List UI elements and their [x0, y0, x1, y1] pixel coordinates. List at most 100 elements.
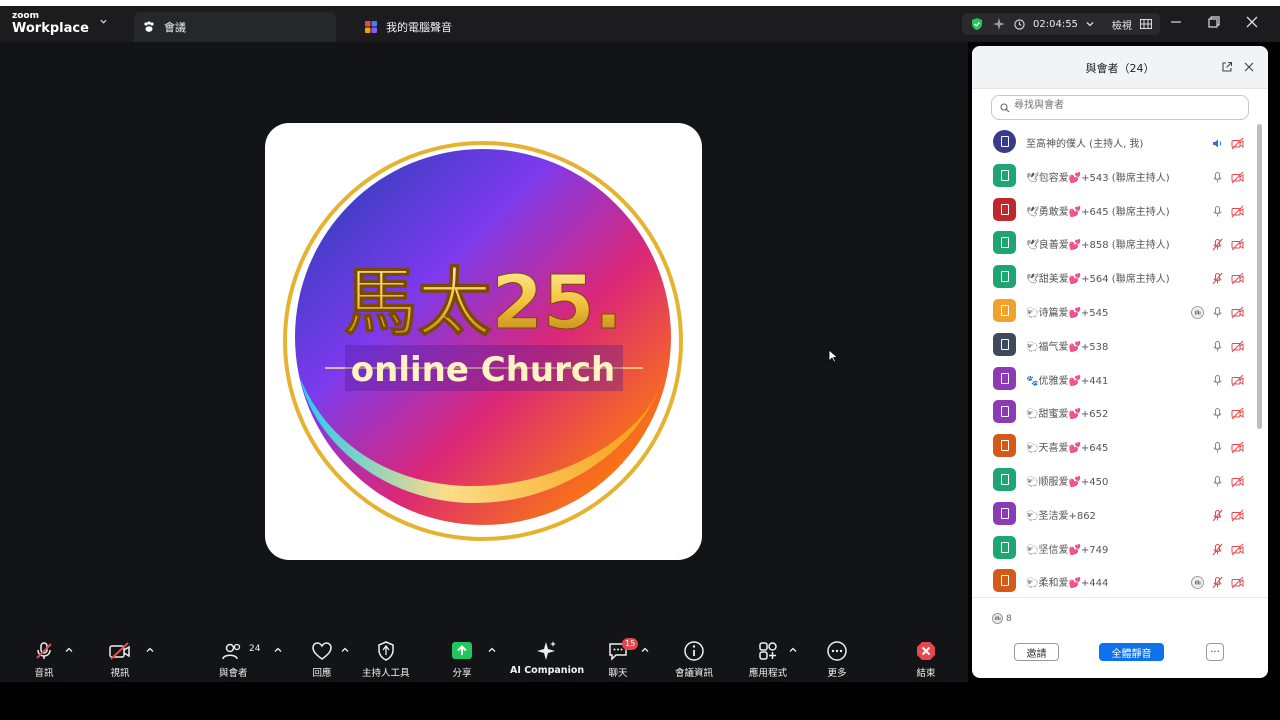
audio-button[interactable]: 音訊 [33, 640, 55, 679]
chevron-up-icon[interactable] [789, 646, 797, 654]
avatar-placeholder-icon [1000, 406, 1009, 418]
video-off-icon[interactable] [1231, 169, 1244, 184]
chevron-up-icon[interactable] [146, 646, 154, 654]
participant-row[interactable]: 🕊包容爱💕+543 (聯席主持人) [972, 159, 1260, 193]
chevron-up-icon[interactable] [274, 646, 282, 654]
avatar-placeholder-icon [1000, 338, 1009, 350]
end-meeting-button[interactable]: 結束 [915, 640, 937, 679]
video-off-icon[interactable] [1231, 473, 1244, 488]
mic-muted-icon[interactable] [1211, 507, 1224, 522]
participant-row[interactable]: 🐑圣洁爱+862 [972, 497, 1260, 531]
video-off-icon[interactable] [1231, 541, 1244, 555]
mic-icon[interactable] [1211, 169, 1224, 183]
zoom-workplace-logo[interactable]: zoom Workplace [12, 11, 89, 36]
mic-icon[interactable] [1211, 473, 1224, 487]
mic-muted-icon[interactable] [1211, 574, 1224, 589]
invite-button[interactable]: 邀請 [1014, 643, 1059, 661]
mic-icon[interactable] [1211, 203, 1224, 217]
meeting-info-button[interactable]: 會議資訊 [675, 640, 713, 679]
mic-icon[interactable] [1211, 439, 1224, 453]
avatar-placeholder-icon [1000, 473, 1009, 485]
participant-row[interactable]: 🐑天喜爱💕+645 [972, 429, 1260, 463]
host-tools-button[interactable]: 主持人工具 [362, 640, 410, 679]
mic-icon[interactable] [1211, 304, 1224, 318]
avatar-placeholder-icon [1000, 541, 1009, 553]
reactions-button[interactable]: 回應 [311, 640, 333, 679]
participant-row[interactable]: 🐑顺服爱💕+450 [972, 463, 1260, 497]
chat-label: 聊天 [608, 668, 628, 679]
chevron-up-icon[interactable] [641, 646, 649, 654]
mic-icon[interactable] [1211, 372, 1224, 386]
video-button[interactable]: 視訊 [108, 640, 132, 679]
view-button[interactable]: 檢視 [1112, 17, 1132, 32]
share-button[interactable]: 分享 [451, 640, 473, 679]
video-off-icon[interactable] [1231, 507, 1244, 522]
avatar-placeholder-icon [1000, 372, 1009, 384]
video-off-icon[interactable] [1231, 439, 1244, 454]
mute-all-button[interactable]: 全體靜音 [1099, 643, 1164, 661]
mic-muted-icon[interactable] [1211, 270, 1224, 285]
participant-row[interactable]: 🕊良善爱💕+858 (聯席主持人) [972, 226, 1260, 260]
avatar [993, 366, 1016, 390]
participant-name: 🕊包容爱💕+543 (聯席主持人) [1026, 172, 1170, 184]
participant-search[interactable] [991, 95, 1249, 120]
mic-icon[interactable] [1211, 338, 1224, 352]
participant-row[interactable]: 🕊甜美爱💕+564 (聯席主持人) [972, 260, 1260, 294]
video-off-icon[interactable] [1231, 270, 1244, 285]
close-panel-icon[interactable] [1243, 61, 1255, 73]
search-input[interactable] [1012, 99, 1236, 112]
restore-icon[interactable] [1207, 15, 1221, 29]
title-bar: zoom Workplace 會議 我的電腦聲音 02:04:55 檢視 [0, 0, 1280, 42]
raised-hand-icon [1191, 574, 1204, 590]
pop-out-icon[interactable] [1221, 61, 1233, 73]
chevron-up-icon[interactable] [488, 646, 496, 654]
logo-small-text: zoom [12, 11, 39, 21]
shield-icon [378, 641, 394, 661]
speaker-icon[interactable] [1211, 135, 1224, 148]
participant-name: 🐑柔和爱💕+444 [1026, 578, 1109, 590]
shield-check-icon[interactable] [970, 17, 984, 31]
more-button[interactable]: 更多 [826, 640, 848, 679]
avatar [993, 501, 1016, 525]
participant-row[interactable]: 🐑坚信爱💕+749 [972, 531, 1260, 565]
participant-row[interactable]: 🐑甜蜜爱💕+652 [972, 395, 1260, 429]
participant-row[interactable]: 🐑福气爱💕+538 [972, 328, 1260, 362]
grid-view-icon[interactable] [1139, 19, 1152, 29]
video-off-icon[interactable] [1231, 372, 1244, 386]
mouse-cursor-icon [828, 349, 838, 363]
participant-row[interactable]: 🐑诗篇爱💕+545 [972, 294, 1260, 328]
participant-row[interactable]: 🐑柔和爱💕+444 [972, 564, 1260, 598]
participant-row[interactable]: 至高神的僕人 (主持人, 我) [972, 125, 1260, 159]
panel-more-button[interactable]: ··· [1206, 643, 1224, 661]
minimize-icon[interactable] [1169, 15, 1183, 29]
chevron-up-icon[interactable] [341, 646, 349, 654]
church-logo-graphic: 馬太25. online Church [277, 135, 689, 547]
participant-row[interactable]: 🕊勇敢爱💕+645 (聯席主持人) [972, 193, 1260, 227]
sound-app-icon [365, 21, 377, 33]
video-off-icon[interactable] [1231, 338, 1244, 353]
participants-button[interactable]: 與會者 [219, 640, 248, 679]
raised-count-text: 8 [1006, 613, 1012, 624]
mic-icon[interactable] [1211, 405, 1224, 419]
participant-name: 🐑圣洁爱+862 [1026, 510, 1096, 522]
participants-count: 24 [249, 644, 261, 654]
apps-button[interactable]: 應用程式 [749, 640, 787, 679]
scrollbar[interactable] [1257, 124, 1262, 429]
video-off-icon[interactable] [1231, 135, 1244, 150]
sparkle-icon[interactable] [992, 17, 1006, 31]
chevron-up-icon[interactable] [65, 646, 73, 654]
participant-row[interactable]: 🐾优雅爱💕+441 [972, 362, 1260, 396]
mic-muted-icon[interactable] [1211, 236, 1224, 251]
chevron-down-icon[interactable] [100, 18, 107, 25]
chevron-down-icon[interactable] [1086, 20, 1094, 28]
video-off-icon[interactable] [1231, 574, 1244, 589]
video-off-icon[interactable] [1231, 236, 1244, 251]
mic-muted-icon[interactable] [1211, 541, 1224, 555]
video-off-icon[interactable] [1231, 304, 1244, 319]
tab-computer-sound[interactable]: 我的電腦聲音 [356, 12, 556, 42]
close-icon[interactable] [1245, 15, 1259, 29]
ai-companion-button[interactable]: AI Companion [510, 640, 584, 676]
video-off-icon[interactable] [1231, 405, 1244, 420]
tab-meeting[interactable]: 會議 [134, 12, 336, 42]
video-off-icon[interactable] [1231, 203, 1244, 217]
